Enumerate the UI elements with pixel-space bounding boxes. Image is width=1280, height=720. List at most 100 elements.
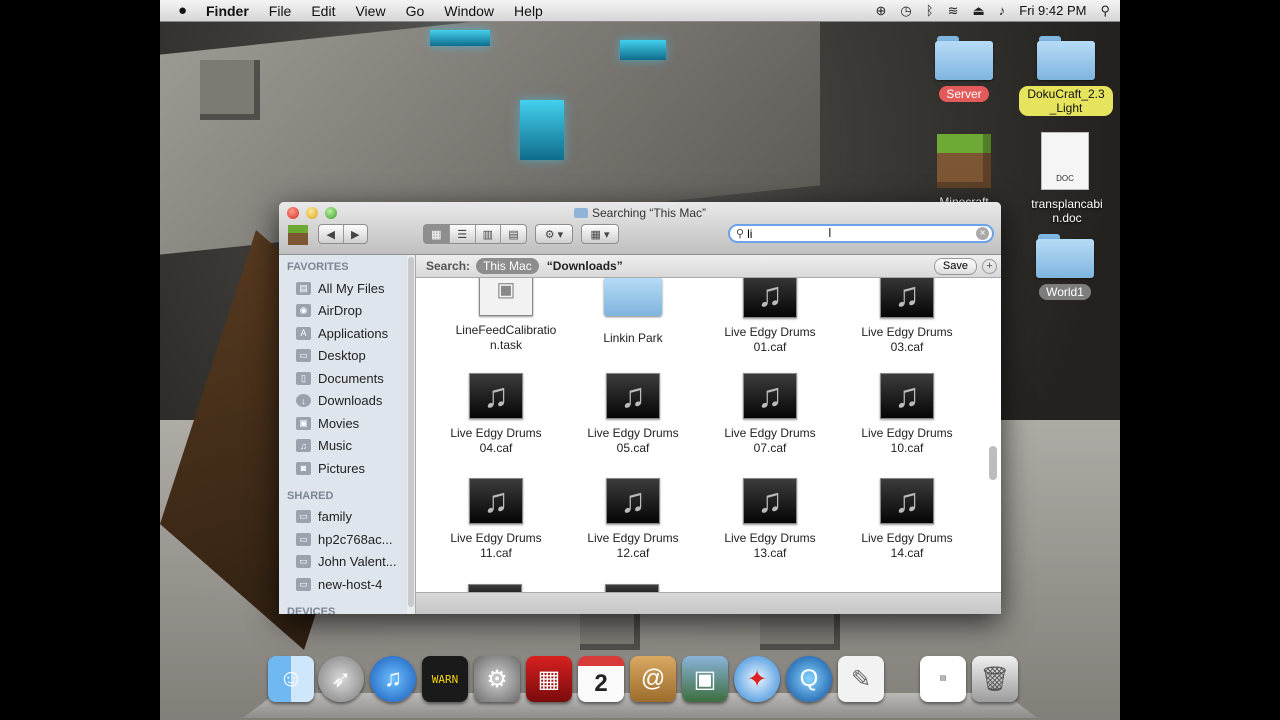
desktop-icon-label: DokuCraft_2.3 _Light	[1019, 86, 1113, 116]
menu-view[interactable]: View	[355, 3, 385, 19]
action-menu-button[interactable]: ⚙ ▾	[535, 224, 573, 244]
minecraft-toolbar-icon[interactable]	[288, 225, 308, 245]
sidebar-item-movies[interactable]: ▣ Movies	[279, 412, 415, 435]
desktop-icon-dokucraft[interactable]: DokuCraft_2.3 _Light	[1016, 36, 1116, 116]
dock: ☺ ➶ ♫ WARN ⚙ ▦ 2 @ ▣ ✦ Q ✎ ▤ 🗑	[242, 654, 1038, 718]
desktop-icon-label: transplancabi n.doc	[1031, 197, 1103, 225]
add-criteria-button[interactable]: +	[982, 259, 997, 274]
sidebar-item-family[interactable]: ▭ family	[279, 506, 415, 529]
file-item[interactable]: ♫ Live Edgy Drums 10.caf	[847, 373, 967, 456]
text-cursor-icon: I	[828, 225, 832, 240]
file-item[interactable]: ♫ Live Edgy Drums 12.caf	[573, 478, 693, 561]
downloads-stack-icon[interactable]: ▤	[920, 656, 966, 702]
console-icon[interactable]: WARN	[422, 656, 468, 702]
sidebar-item-hp[interactable]: ▭ hp2c768ac...	[279, 528, 415, 551]
menu-go[interactable]: Go	[406, 3, 425, 19]
volume-icon[interactable]: ♪	[999, 3, 1006, 18]
sidebar-item-john[interactable]: ▭ John Valent...	[279, 551, 415, 574]
movies-icon: ▣	[296, 416, 311, 430]
downloads-icon: ↓	[296, 394, 311, 408]
search-field[interactable]: ⚲ li I ×	[728, 224, 994, 243]
ical-icon[interactable]: 2	[578, 656, 624, 702]
sidebar-item-desktop[interactable]: ▭ Desktop	[279, 345, 415, 368]
itunes-icon[interactable]: ♫	[370, 656, 416, 702]
apple-menu-icon[interactable]: ●	[178, 2, 192, 19]
file-grid-scrollbar[interactable]	[989, 280, 997, 580]
finder-icon[interactable]: ☺	[268, 656, 314, 702]
scope-downloads[interactable]: “Downloads”	[547, 259, 623, 273]
arrange-icon: ▦ ▾	[590, 228, 610, 241]
file-grid: ▣ LineFeedCalibratio n.task Linkin Park ♫…	[416, 278, 1001, 592]
menu-file[interactable]: File	[269, 3, 292, 19]
search-input[interactable]: li	[747, 227, 752, 241]
file-item[interactable]: ♫ Live Edgy Drums 04.caf	[436, 373, 556, 456]
finder-window: Searching “This Mac” ◀ ▶ ▦ ☰ ▥ ▤ ⚙ ▾ ▦ ▾…	[279, 202, 1001, 614]
sidebar-item-downloads[interactable]: ↓ Downloads	[279, 390, 415, 413]
search-scope-bar: Search: This Mac “Downloads” Save +	[416, 255, 1001, 278]
file-item[interactable]: ♫ Live Edgy Drums 14.caf	[847, 478, 967, 561]
address-book-icon[interactable]: @	[630, 656, 676, 702]
desktop-icon-label: Server	[939, 86, 989, 102]
menu-finder[interactable]: Finder	[206, 3, 249, 19]
column-view-button[interactable]: ▥	[476, 225, 502, 243]
audio-file-icon: ♫	[469, 373, 523, 419]
system-preferences-icon[interactable]: ⚙	[474, 656, 520, 702]
save-search-button[interactable]: Save	[933, 258, 977, 275]
arrange-menu-button[interactable]: ▦ ▾	[581, 224, 619, 244]
iphoto-icon[interactable]: ▣	[682, 656, 728, 702]
eject-icon[interactable]: ⏏	[972, 3, 984, 19]
file-item[interactable]: ♫ Live Edgy Drums 01.caf	[710, 278, 830, 355]
sidebar-item-applications[interactable]: A Applications	[279, 322, 415, 345]
forward-button[interactable]: ▶	[344, 225, 368, 243]
file-item[interactable]: ♫ Live Edgy Drums 03.caf	[847, 278, 967, 355]
sidebar-scrollbar[interactable]	[407, 255, 415, 614]
sidebar-header-devices: DEVICES	[287, 605, 336, 615]
file-item[interactable]: ♫ Live Edgy Drums 07.caf	[710, 373, 830, 456]
desktop-icon-server[interactable]: Server	[919, 36, 1009, 102]
music-icon: ♫	[296, 439, 311, 453]
search-icon: ⚲	[736, 228, 745, 240]
quicktime-icon[interactable]: Q	[786, 656, 832, 702]
trash-icon[interactable]: 🗑	[972, 656, 1018, 702]
task-file-icon: ▣	[479, 278, 533, 316]
launchpad-icon[interactable]: ➶	[318, 656, 364, 702]
sidebar-item-all-my-files[interactable]: ▤ All My Files	[279, 277, 415, 300]
icon-view-button[interactable]: ▦	[424, 225, 450, 243]
safari-icon[interactable]: ✦	[734, 656, 780, 702]
file-item[interactable]: ♫ Live Edgy Drums 13.caf	[710, 478, 830, 561]
sidebar-item-airdrop[interactable]: ◉ AirDrop	[279, 300, 415, 323]
desktop-icon-minecraft[interactable]: Minecraft	[919, 134, 1009, 210]
back-button[interactable]: ◀	[319, 225, 344, 243]
desktop-icon: ▭	[296, 349, 311, 363]
sidebar-item-new-host[interactable]: ▭ new-host-4	[279, 573, 415, 596]
file-item[interactable]: ♫ Live Edgy Drums 11.caf	[436, 478, 556, 561]
scroll-thumb[interactable]	[989, 446, 997, 480]
audio-file-icon	[605, 584, 659, 592]
scope-this-mac[interactable]: This Mac	[476, 258, 539, 274]
wifi-icon[interactable]: ≋	[948, 3, 959, 19]
menu-window[interactable]: Window	[444, 3, 494, 19]
window-title: Searching “This Mac”	[279, 206, 1001, 220]
sidebar-item-documents[interactable]: ▯ Documents	[279, 367, 415, 390]
desktop-icon-doc[interactable]: DOC transplancabi n.doc	[1020, 132, 1110, 226]
file-item[interactable]: ▣ LineFeedCalibratio n.task	[446, 278, 566, 353]
photo-booth-icon[interactable]: ▦	[526, 656, 572, 702]
time-machine-icon[interactable]: ◷	[900, 3, 911, 19]
bluetooth-icon[interactable]: ᛒ	[926, 3, 934, 18]
sidebar-item-music[interactable]: ♫ Music	[279, 435, 415, 458]
file-item[interactable]: ♫ Live Edgy Drums 05.caf	[573, 373, 693, 456]
textedit-icon[interactable]: ✎	[838, 656, 884, 702]
sidebar-item-pictures[interactable]: ◙ Pictures	[279, 457, 415, 480]
menu-help[interactable]: Help	[514, 3, 543, 19]
menu-clock[interactable]: Fri 9:42 PM	[1019, 3, 1086, 18]
sidebar: FAVORITES ▤ All My Files ◉ AirDrop A Applic…	[279, 255, 416, 614]
file-item[interactable]: Linkin Park	[573, 278, 693, 346]
clear-search-icon[interactable]: ×	[976, 227, 989, 240]
wallpaper-diamond-block	[620, 40, 666, 60]
coverflow-view-button[interactable]: ▤	[501, 225, 526, 243]
menu-edit[interactable]: Edit	[311, 3, 335, 19]
sync-icon[interactable]: ⊕	[876, 3, 887, 19]
list-view-button[interactable]: ☰	[450, 225, 476, 243]
desktop-icon-world1[interactable]: World1	[1020, 234, 1110, 300]
spotlight-icon[interactable]: ⚲	[1100, 3, 1110, 19]
